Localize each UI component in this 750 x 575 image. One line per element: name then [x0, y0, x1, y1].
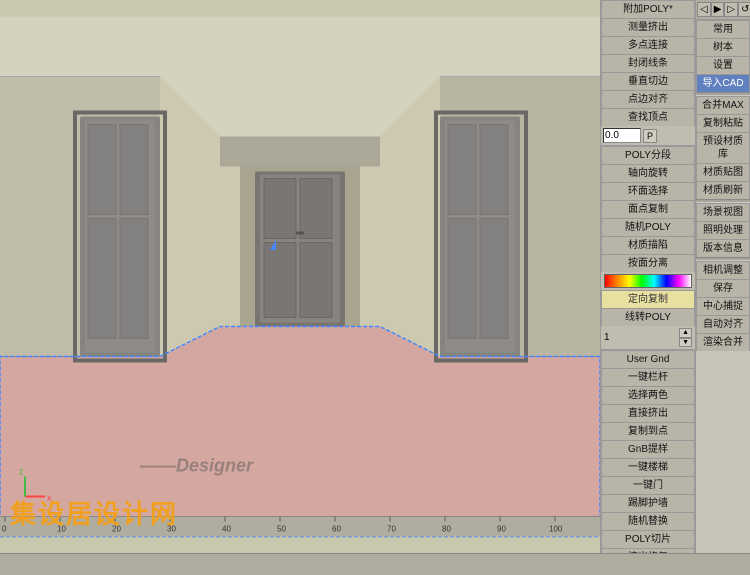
fr-btn-0[interactable]: 常用	[696, 20, 750, 38]
far-right-panel: ◁ ▶ ▷ ↺ 常用树本设置导入CAD 合并MAX复制粘贴预设材质库材质贴图材质刷…	[695, 0, 750, 553]
spinner-controls: ▲ ▼	[679, 328, 692, 347]
playback-controls: ◁ ▶ ▷ ↺	[696, 0, 750, 20]
rp-btn-2[interactable]: 多点连接	[601, 36, 695, 54]
right-panel: 附加POLY*测量挤出多点连接封闭线条垂直切边点边对齐查找顶点 P POLY分段轴…	[600, 0, 695, 553]
svg-text:——Designer: ——Designer	[139, 456, 254, 476]
rp-btn-5[interactable]: 点边对齐	[601, 90, 695, 108]
prev-button[interactable]: ◁	[697, 2, 711, 17]
rp-btn-22[interactable]: 一键楼梯	[601, 458, 695, 476]
logo-area: 集设居设计网	[0, 494, 600, 531]
fr-btn-7[interactable]: 材质贴图	[696, 163, 750, 181]
play-button[interactable]: ▶	[711, 2, 725, 17]
rp-btn-24[interactable]: 踢脚护墙	[601, 494, 695, 512]
rp-btn-19[interactable]: 直接挤出	[601, 404, 695, 422]
fr-btn-9[interactable]: 场景视图	[696, 203, 750, 221]
color-gradient-strip	[604, 274, 692, 288]
rp-btn-12[interactable]: 材质描陷	[601, 236, 695, 254]
fr-btn-4[interactable]: 合并MAX	[696, 96, 750, 114]
fr-btn-12[interactable]: 相机调整	[696, 261, 750, 279]
rp-btn-25[interactable]: 随机替换	[601, 512, 695, 530]
rp-btn-9[interactable]: 环面选择	[601, 182, 695, 200]
rp-btn-11[interactable]: 随机POLY	[601, 218, 695, 236]
fr-btn-10[interactable]: 照明处理	[696, 221, 750, 239]
fr-btn-6[interactable]: 预设材质库	[696, 132, 750, 163]
spinner-row: 1 ▲ ▼	[601, 326, 695, 350]
fr-btn-2[interactable]: 设置	[696, 56, 750, 74]
main-area: x z 0 10 20 30 40	[0, 0, 750, 553]
rp-btn-3[interactable]: 封闭线条	[601, 54, 695, 72]
rp-btn-21[interactable]: GnB提样	[601, 440, 695, 458]
poly-p-button[interactable]: P	[643, 129, 657, 143]
right-panel-buttons: 附加POLY*测量挤出多点连接封闭线条垂直切边点边对齐查找顶点 P POLY分段轴…	[601, 0, 695, 553]
fr-btn-11[interactable]: 版本信息	[696, 239, 750, 257]
fr-btn-5[interactable]: 复制粘贴	[696, 114, 750, 132]
rp-btn-7[interactable]: POLY分段	[601, 146, 695, 164]
svg-text:z: z	[19, 467, 24, 477]
status-bar	[0, 553, 750, 575]
loop-button[interactable]: ↺	[738, 2, 750, 17]
next-button[interactable]: ▷	[724, 2, 738, 17]
spinner-down[interactable]: ▼	[679, 338, 692, 348]
rp-btn-13[interactable]: 按面分离	[601, 254, 695, 272]
rp-btn-17[interactable]: 一键栏杆	[601, 368, 695, 386]
app: x z 0 10 20 30 40	[0, 0, 750, 575]
far-right-buttons: 常用树本设置导入CAD 合并MAX复制粘贴预设材质库材质贴图材质刷新场景视图照明处…	[696, 20, 750, 351]
spinner-up[interactable]: ▲	[679, 328, 692, 338]
rp-btn-26[interactable]: POLY切片	[601, 530, 695, 548]
fr-btn-1[interactable]: 树本	[696, 38, 750, 56]
fr-btn-16[interactable]: 渲染合并	[696, 333, 750, 351]
corridor-scene: x z 0 10 20 30 40	[0, 0, 600, 553]
poly-value-input[interactable]	[603, 128, 641, 143]
rp-btn-10[interactable]: 面点复制	[601, 200, 695, 218]
fr-btn-15[interactable]: 自动对齐	[696, 315, 750, 333]
rp-btn-0[interactable]: 附加POLY*	[601, 0, 695, 18]
rp-btn-1[interactable]: 测量挤出	[601, 18, 695, 36]
rp-btn-16[interactable]: User Gnd	[601, 350, 695, 368]
rp-btn-14[interactable]: 定向复制	[601, 290, 695, 308]
rp-btn-20[interactable]: 复制到点	[601, 422, 695, 440]
rp-btn-23[interactable]: 一键门	[601, 476, 695, 494]
fr-btn-14[interactable]: 中心捕捉	[696, 297, 750, 315]
rp-btn-18[interactable]: 选择两色	[601, 386, 695, 404]
number-input-row: P	[601, 126, 695, 146]
fr-btn-3[interactable]: 导入CAD	[696, 74, 750, 92]
rp-btn-4[interactable]: 垂直切边	[601, 72, 695, 90]
spinner-value: 1	[604, 332, 610, 343]
fr-btn-8[interactable]: 材质刷新	[696, 181, 750, 199]
logo-main: 集设居设计网	[10, 494, 178, 531]
fr-btn-13[interactable]: 保存	[696, 279, 750, 297]
viewport[interactable]: x z 0 10 20 30 40	[0, 0, 600, 553]
rp-btn-15[interactable]: 线转POLY	[601, 308, 695, 326]
rp-btn-8[interactable]: 轴向旋转	[601, 164, 695, 182]
rp-btn-6[interactable]: 查找顶点	[601, 108, 695, 126]
